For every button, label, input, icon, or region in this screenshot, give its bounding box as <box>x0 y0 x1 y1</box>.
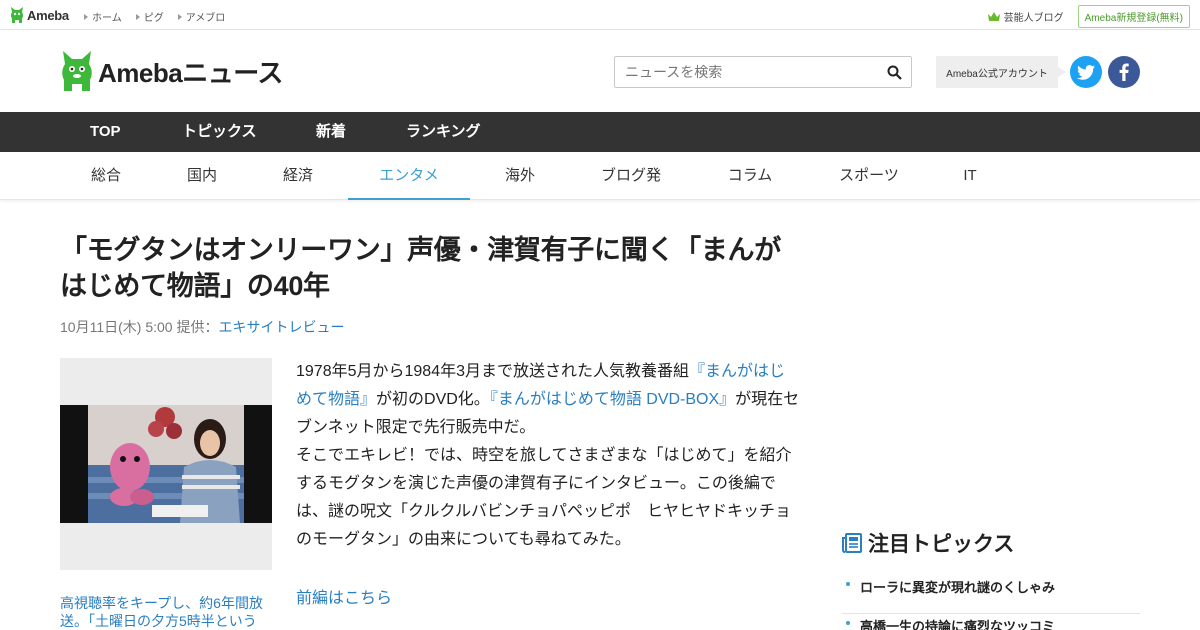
topbar-links: ホーム ピグ アメブロ <box>84 9 225 24</box>
main-nav: TOP トピックス 新着 ランキング <box>0 112 1200 152</box>
article-body: 1978年5月から1984年3月まで放送された人気教養番組『まんがはじめて物語』… <box>296 358 800 554</box>
active-tab-indicator <box>348 198 470 200</box>
triangle-right-icon <box>177 14 182 20</box>
topbar-link-label: ピグ <box>143 13 164 24</box>
featured-topics-heading: 注目トピックス <box>842 528 1014 558</box>
category-tab-domestic[interactable]: 国内 <box>186 152 218 200</box>
topic-item[interactable]: 高橋一生の持論に痛烈なツッコミ <box>842 615 1140 630</box>
category-tab-entertainment[interactable]: エンタメ <box>348 152 470 200</box>
twitter-button[interactable] <box>1070 56 1102 88</box>
celebrity-blog-link[interactable]: 芸能人ブログ <box>987 9 1064 24</box>
topbar-link-ameblo[interactable]: アメブロ <box>177 9 226 24</box>
global-topbar: Ameba ホーム ピグ アメブロ 芸能人ブログ Ameba新規登録(無料) <box>0 0 1200 30</box>
topic-item[interactable]: ローラに異変が現れ謎のくしゃみ <box>842 576 1140 614</box>
facebook-icon <box>1119 63 1129 81</box>
crown-icon <box>987 12 1000 21</box>
topic-title: 高橋一生の持論に痛烈なツッコミ <box>860 619 1056 630</box>
article-image <box>60 405 272 523</box>
article-date: 10月11日(木) 5:00 <box>60 319 173 335</box>
image-caption[interactable]: 高視聴率をキープし、約6年間放送。「土曜日の夕方5時半という <box>60 594 272 630</box>
category-tab-general[interactable]: 総合 <box>90 152 122 200</box>
provider-link[interactable]: エキサイトレビュー <box>218 319 344 335</box>
triangle-right-icon <box>84 14 88 20</box>
ameba-news-logo[interactable]: Amebaニュース <box>60 50 283 92</box>
triangle-right-icon <box>135 14 140 20</box>
news-list-icon <box>842 533 862 553</box>
ameba-topbar-logo[interactable]: Ameba <box>10 6 69 24</box>
topbar-link-label: アメブロ <box>185 13 226 24</box>
ameba-mascot-icon <box>11 7 23 23</box>
topbar-brand: Ameba <box>27 7 69 23</box>
body-paragraph: そこでエキレビ！では、時空を旅してさまざまな「はじめて」を紹介するモグタンを演じ… <box>296 447 792 548</box>
topbar-link-home[interactable]: ホーム <box>84 9 122 24</box>
topbar-link-pigg[interactable]: ピグ <box>135 9 164 24</box>
category-tab-world[interactable]: 海外 <box>504 152 536 200</box>
topbar-link-label: ホーム <box>92 13 122 24</box>
body-text: が初のDVD化。 <box>376 391 490 408</box>
twitter-icon <box>1077 64 1095 80</box>
bullet-icon <box>846 582 850 586</box>
main-nav-top[interactable]: TOP <box>90 112 121 152</box>
ameba-mascot-icon <box>62 51 92 91</box>
category-tab-blog[interactable]: ブログ発 <box>600 152 662 200</box>
search-input[interactable] <box>625 57 875 87</box>
facebook-button[interactable] <box>1108 56 1140 88</box>
dvd-box-link[interactable]: 『まんがはじめて物語 DVD-BOX』 <box>490 391 735 408</box>
body-text: 1978年5月から1984年3月まで放送された人気教養番組 <box>296 363 689 380</box>
category-tab-it[interactable]: IT <box>962 152 978 200</box>
provider-label: 提供： <box>176 319 219 335</box>
main-nav-topics[interactable]: トピックス <box>182 112 257 152</box>
featured-topics-title: 注目トピックス <box>868 533 1015 556</box>
celebrity-blog-label: 芸能人ブログ <box>1003 13 1064 24</box>
article-photo-graphic <box>88 405 244 523</box>
article-title: 「モグタンはオンリーワン」声優・津賀有子に聞く「まんがはじめて物語」の40年 <box>60 235 781 301</box>
logo-text: Amebaニュース <box>98 57 283 88</box>
article-meta: 10月11日(木) 5:00 提供：エキサイトレビュー <box>60 317 344 337</box>
topic-title: ローラに異変が現れ謎のくしゃみ <box>860 580 1056 595</box>
category-tab-economy[interactable]: 経済 <box>282 152 314 200</box>
search-box[interactable] <box>614 56 912 88</box>
previous-part-link[interactable]: 前編はこちら <box>296 584 392 608</box>
bullet-icon <box>846 621 850 625</box>
register-button[interactable]: Ameba新規登録(無料) <box>1077 5 1190 28</box>
topbar-right: 芸能人ブログ Ameba新規登録(無料) <box>987 5 1190 28</box>
search-icon[interactable] <box>887 65 902 80</box>
category-tab-sports[interactable]: スポーツ <box>838 152 900 200</box>
main-nav-new[interactable]: 新着 <box>316 112 346 152</box>
main-nav-ranking[interactable]: ランキング <box>406 112 481 152</box>
official-account-label: Ameba公式アカウント <box>936 56 1066 88</box>
article-image-frame[interactable] <box>60 358 272 570</box>
category-nav: 総合 国内 経済 エンタメ 海外 ブログ発 コラム スポーツ IT <box>0 152 1200 200</box>
category-tab-column[interactable]: コラム <box>726 152 774 200</box>
